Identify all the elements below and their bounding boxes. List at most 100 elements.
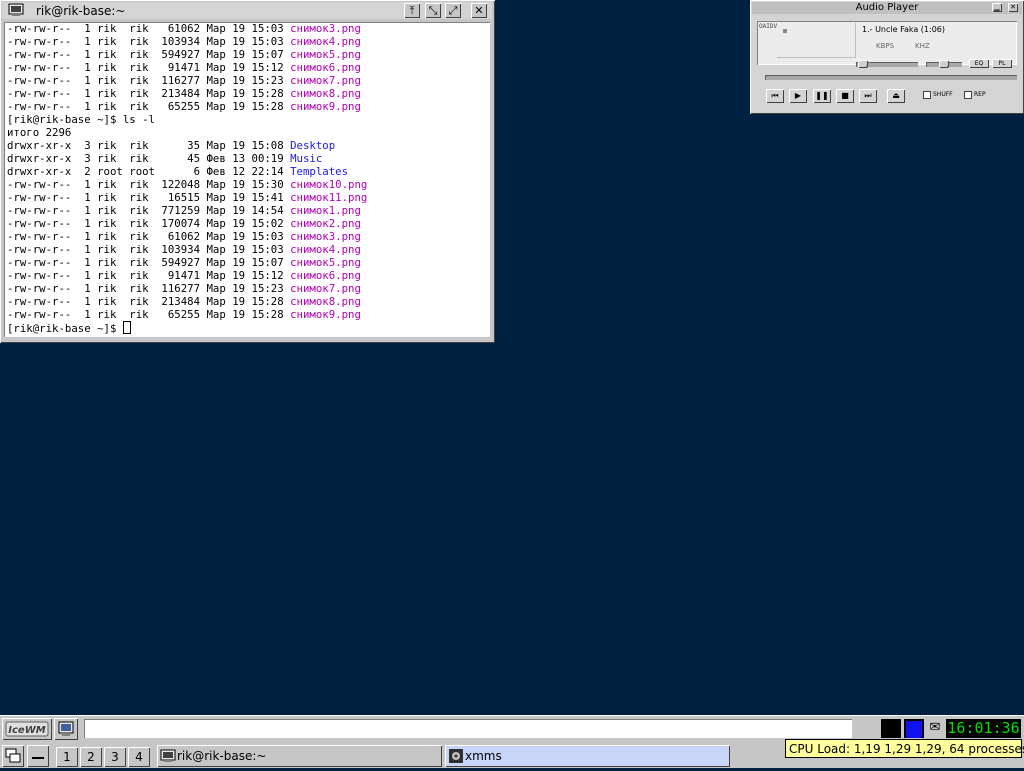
terminal-titlebar[interactable]: rik@rik-base:~ ⤒ ⤡ ⤢ ✕ — [2, 2, 492, 19]
workspace-4[interactable]: 4 — [128, 747, 150, 767]
play-icon: ▶ — [794, 91, 802, 100]
clock[interactable]: 16:01:36 — [946, 719, 1021, 738]
terminal-line: -rw-rw-r-- 1 rik rik 91471 Мар 19 15:12 … — [7, 61, 490, 74]
minimize-button[interactable]: ⤡ — [425, 3, 441, 18]
line-meta: -rw-rw-r-- 1 rik rik 122048 Мар 19 15:30 — [7, 178, 291, 191]
terminal-line: -rw-rw-r-- 1 rik rik 170074 Мар 19 15:02… — [7, 217, 490, 230]
terminal-icon[interactable] — [8, 3, 24, 17]
terminal-line: -rw-rw-r-- 1 rik rik 103934 Мар 19 15:03… — [7, 35, 490, 48]
terminal-line: -rw-rw-r-- 1 rik rik 122048 Мар 19 15:30… — [7, 178, 490, 191]
task-label: xmms — [465, 749, 502, 763]
minimize-all-button[interactable] — [27, 745, 49, 767]
mail-icon[interactable]: ✉ — [927, 720, 943, 736]
desktop-icon — [58, 721, 74, 736]
file-name: снимок9.png — [290, 308, 361, 321]
workspace-1[interactable]: 1 — [56, 747, 78, 767]
file-name: снимок8.png — [290, 295, 361, 308]
terminal-line: -rw-rw-r-- 1 rik rik 65255 Мар 19 15:28 … — [7, 308, 490, 321]
file-name: снимок5.png — [290, 48, 361, 61]
terminal-line: -rw-rw-r-- 1 rik rik 594927 Мар 19 15:07… — [7, 256, 490, 269]
eject-icon: ⏏ — [892, 91, 900, 100]
workspace-2[interactable]: 2 — [80, 747, 102, 767]
terminal-line: -rw-rw-r-- 1 rik rik 213484 Мар 19 15:28… — [7, 295, 490, 308]
stop-button[interactable]: ■ — [836, 89, 854, 103]
terminal-line: итого 2296 — [7, 126, 72, 139]
volume-knob[interactable] — [858, 60, 868, 68]
network-activity-bar — [906, 721, 922, 738]
player-titlebar[interactable]: Audio Player ▁ ✕ — [752, 2, 1022, 14]
song-title[interactable]: 1.- Uncle Faka (1:06) — [862, 25, 945, 34]
audio-player-window[interactable]: Audio Player ▁ ✕ OAIDV 1.- Uncle Faka (1… — [750, 0, 1024, 114]
vis-menu-letters[interactable]: OAIDV — [759, 23, 777, 30]
xmms-icon — [449, 749, 463, 763]
terminal-line: -rw-rw-r-- 1 rik rik 594927 Мар 19 15:07… — [7, 48, 490, 61]
line-meta: -rw-rw-r-- 1 rik rik 16515 Мар 19 15:41 — [7, 191, 291, 204]
seek-bar[interactable] — [765, 75, 1017, 80]
maximize-button[interactable]: ⤢ — [445, 3, 461, 18]
line-meta: -rw-rw-r-- 1 rik rik 103934 Мар 19 15:03 — [7, 35, 291, 48]
pause-icon: ❚❚ — [815, 91, 829, 100]
file-name: снимок4.png — [290, 243, 361, 256]
terminal-text: -rw-rw-r-- 1 rik rik 61062 Мар 19 15:03 … — [4, 22, 490, 335]
next-button[interactable]: ⏭ — [859, 89, 877, 103]
terminal-window[interactable]: rik@rik-base:~ ⤒ ⤡ ⤢ ✕ -rw-rw-r-- 1 rik … — [0, 0, 495, 343]
eject-button[interactable]: ⏏ — [887, 89, 905, 103]
play-button[interactable]: ▶ — [789, 89, 807, 103]
terminal-line: -rw-rw-r-- 1 rik rik 16515 Мар 19 15:41 … — [7, 191, 490, 204]
line-meta: -rw-rw-r-- 1 rik rik 91471 Мар 19 15:12 — [7, 61, 291, 74]
task-xmms[interactable]: xmms — [445, 745, 730, 767]
line-meta: -rw-rw-r-- 1 rik rik 61062 Мар 19 15:03 — [7, 22, 291, 35]
network-monitor[interactable] — [904, 719, 924, 738]
start-menu-button[interactable]: IceWM — [2, 718, 52, 740]
close-icon: ✕ — [1010, 3, 1016, 11]
window-list-button[interactable] — [2, 745, 24, 767]
time-display — [777, 23, 856, 58]
raise-icon: ⤒ — [409, 4, 415, 17]
line-meta: -rw-rw-r-- 1 rik rik 170074 Мар 19 15:02 — [7, 217, 291, 230]
file-name: снимок4.png — [290, 35, 361, 48]
eq-button[interactable]: EQ — [969, 59, 989, 68]
line-meta: -rw-rw-r-- 1 rik rik 213484 Мар 19 15:28 — [7, 295, 291, 308]
close-button[interactable]: ✕ — [471, 3, 487, 18]
balance-knob[interactable] — [939, 60, 949, 68]
play-status-icon — [783, 29, 787, 33]
terminal-line: -rw-rw-r-- 1 rik rik 116277 Мар 19 15:23… — [7, 74, 490, 87]
icewm-logo-text: IceWM — [8, 725, 45, 736]
stop-icon: ■ — [841, 91, 849, 100]
file-name: снимок7.png — [290, 282, 361, 295]
task-terminal[interactable]: rik@rik-base:~ — [157, 745, 442, 767]
previous-button[interactable]: ⏮ — [766, 89, 784, 103]
file-name: снимок5.png — [290, 256, 361, 269]
khz-label: KHZ — [915, 42, 930, 50]
shuffle-checkbox[interactable] — [923, 91, 931, 99]
workspace-3[interactable]: 3 — [104, 747, 126, 767]
raise-button[interactable]: ⤒ — [404, 3, 420, 18]
terminal-line: drwxr-xr-x 3 rik rik 35 Мар 19 15:08 Des… — [7, 139, 490, 152]
terminal-output[interactable]: -rw-rw-r-- 1 rik rik 61062 Мар 19 15:03 … — [4, 22, 490, 337]
terminal-line: [rik@rik-base ~]$ ls -l — [7, 113, 155, 126]
terminal-line: -rw-rw-r-- 1 rik rik 771259 Мар 19 14:54… — [7, 204, 490, 217]
prompt-line[interactable]: [rik@rik-base ~]$ — [7, 321, 490, 335]
terminal-line: -rw-rw-r-- 1 rik rik 61062 Мар 19 15:03 … — [7, 22, 490, 35]
line-meta: -rw-rw-r-- 1 rik rik 65255 Мар 19 15:28 — [7, 308, 291, 321]
cpu-monitor[interactable] — [881, 719, 901, 738]
terminal-line: -rw-rw-r-- 1 rik rik 65255 Мар 19 15:28 … — [7, 100, 490, 113]
minimize-icon: ⤡ — [428, 4, 438, 17]
line-meta: -rw-rw-r-- 1 rik rik 213484 Мар 19 15:28 — [7, 87, 291, 100]
show-desktop-button[interactable] — [54, 718, 78, 740]
line-meta: -rw-rw-r-- 1 rik rik 594927 Мар 19 15:07 — [7, 256, 291, 269]
shuffle-label: SHUFF — [933, 91, 953, 98]
repeat-checkbox[interactable] — [964, 91, 972, 99]
playlist-button[interactable]: PL — [992, 59, 1012, 68]
next-icon: ⏭ — [864, 91, 872, 100]
directory-name: Desktop — [290, 139, 336, 152]
line-meta: -rw-rw-r-- 1 rik rik 116277 Мар 19 15:23 — [7, 74, 291, 87]
run-command-input[interactable] — [84, 719, 852, 738]
player-close-button[interactable]: ✕ — [1008, 3, 1018, 12]
file-name: снимок9.png — [290, 100, 361, 113]
player-minimize-button[interactable]: ▁ — [992, 3, 1002, 12]
file-name: снимок6.png — [290, 269, 361, 282]
file-name: снимок3.png — [290, 22, 361, 35]
minimize-icon — [32, 757, 44, 759]
pause-button[interactable]: ❚❚ — [813, 89, 831, 103]
